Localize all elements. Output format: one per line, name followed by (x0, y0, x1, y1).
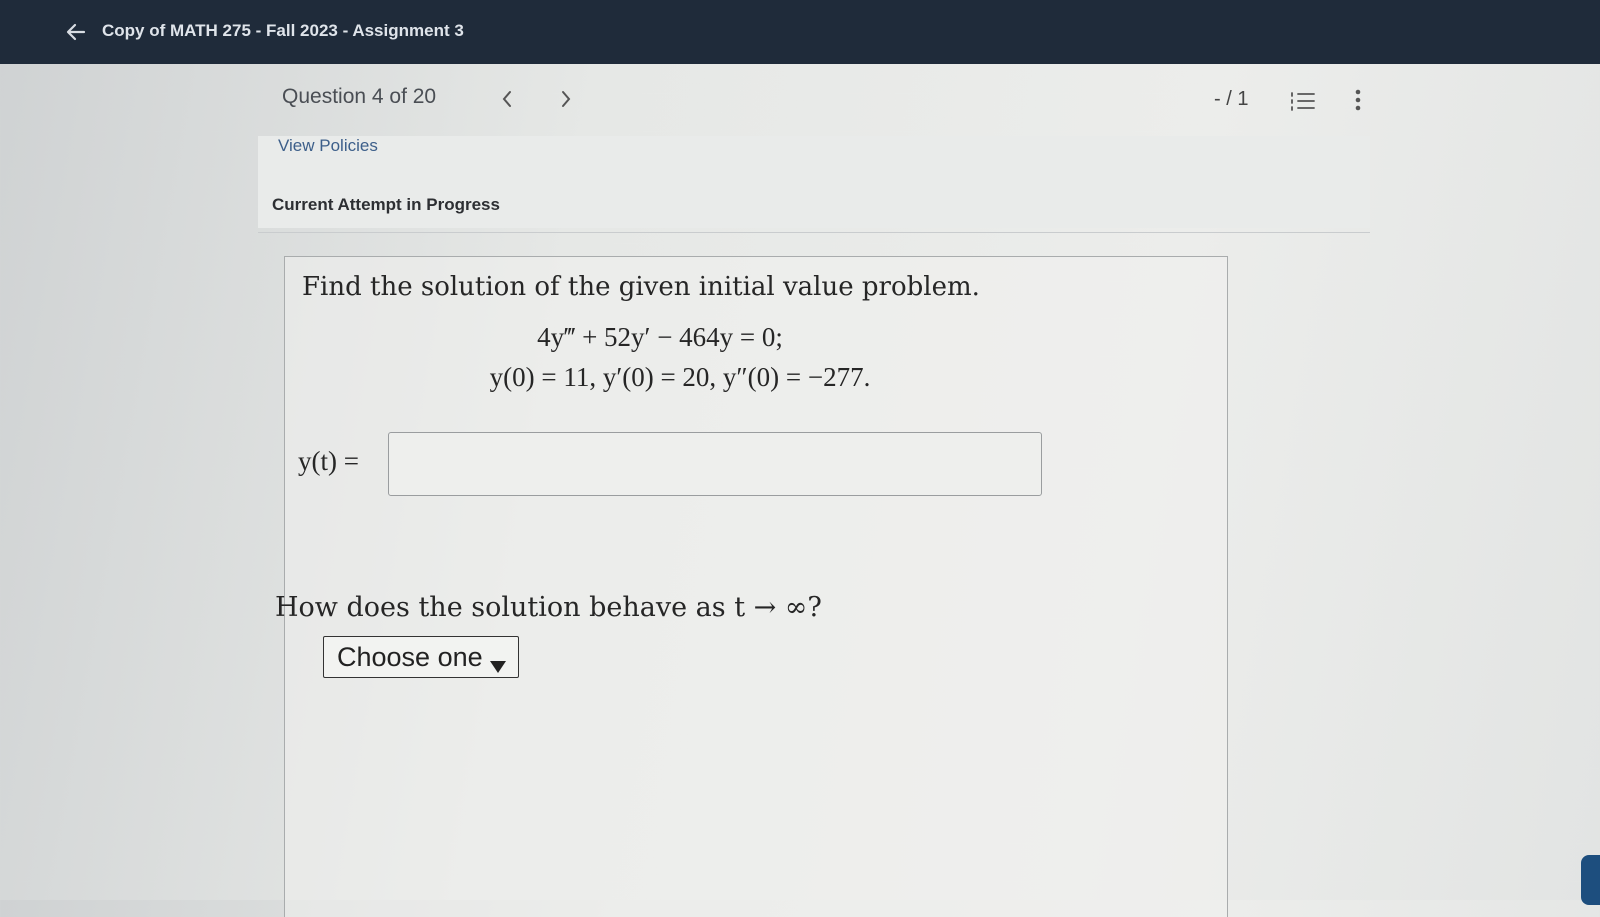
view-policies-link[interactable]: View Policies (278, 136, 378, 156)
differential-equation: 4y‴ + 52y′ − 464y = 0; (537, 322, 783, 352)
answer-label: y(t) = (298, 446, 359, 476)
question-counter: Question 4 of 20 (282, 85, 437, 108)
caret-down-icon (489, 650, 507, 673)
chevron-left-icon[interactable] (496, 86, 518, 112)
arrow-left-icon[interactable] (64, 20, 88, 44)
attempt-status: Current Attempt in Progress (272, 195, 500, 214)
divider (258, 232, 1370, 233)
answer-input[interactable] (388, 432, 1042, 496)
question-list-icon[interactable] (1290, 90, 1316, 112)
course-title[interactable]: Copy of MATH 275 - Fall 2023 - Assignmen… (102, 21, 464, 41)
chevron-right-icon[interactable] (555, 86, 577, 112)
more-vertical-icon[interactable] (1352, 88, 1364, 112)
question-prompt: Find the solution of the given initial v… (302, 272, 980, 302)
behavior-select[interactable]: Choose one (323, 636, 519, 678)
behavior-question: How does the solution behave as t → ∞? (275, 592, 822, 623)
side-widget-button[interactable] (1581, 855, 1600, 905)
behavior-select-label: Choose one (337, 641, 483, 672)
score-display: - / 1 (1214, 88, 1249, 110)
question-card (284, 256, 1228, 917)
top-bar: Copy of MATH 275 - Fall 2023 - Assignmen… (0, 0, 1600, 64)
initial-conditions: y(0) = 11, y′(0) = 20, y″(0) = −277. (489, 362, 871, 392)
